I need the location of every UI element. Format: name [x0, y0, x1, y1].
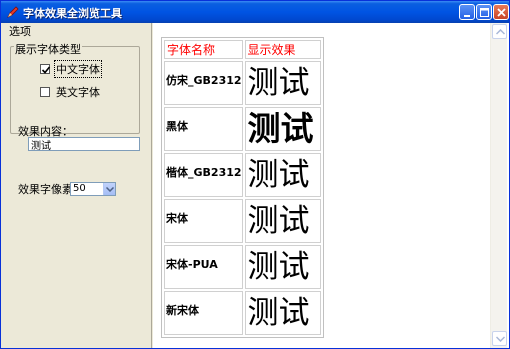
table-row: 楷体_GB2312 测试 — [164, 153, 321, 197]
english-font-label: 英文字体 — [56, 86, 100, 99]
window-title: 字体效果全浏览工具 — [23, 7, 122, 20]
vertical-scrollbar[interactable] — [490, 23, 507, 348]
options-pane: 选项 展示字体类型 中文字体 英文字体 效果内容： 效果字像素 50 — [2, 23, 152, 348]
font-sample-cell: 测试 — [244, 107, 321, 151]
table-row: 新宋体 测试 — [164, 291, 321, 335]
font-sample-cell: 测试 — [244, 199, 321, 243]
font-sample-cell: 测试 — [244, 61, 321, 105]
preview-pane: 字体名称 显示效果 仿宋_GB2312 测试 黑体 测试 楷体_GB2312 测… — [153, 23, 509, 348]
scroll-up-button[interactable] — [492, 24, 507, 39]
checkmark-icon — [41, 66, 51, 74]
scroll-down-button[interactable] — [492, 331, 507, 346]
font-name-cell: 楷体_GB2312 — [164, 153, 243, 197]
font-name-cell: 仿宋_GB2312 — [164, 61, 243, 105]
pixel-size-dropdown[interactable]: 50 — [70, 182, 116, 196]
content-input[interactable] — [28, 137, 140, 151]
app-window: 字体效果全浏览工具 选项 展示字体类型 中文字体 英文字体 效果内容： 测试 效… — [0, 0, 510, 349]
header-display-effect: 显示效果 — [244, 40, 321, 59]
english-font-checkbox[interactable] — [40, 87, 50, 97]
pixel-size-label: 效果字像素 — [18, 183, 73, 196]
options-label: 选项 — [9, 25, 31, 38]
table-header-row: 字体名称 显示效果 — [164, 40, 321, 59]
close-button[interactable] — [493, 4, 509, 20]
chevron-down-icon — [496, 336, 505, 342]
font-name-cell: 宋体-PUA — [164, 245, 243, 289]
font-sample-cell: 测试 — [244, 291, 321, 335]
font-sample-cell: 测试 — [244, 245, 321, 289]
close-icon — [497, 8, 506, 17]
title-bar[interactable]: 字体效果全浏览工具 — [1, 1, 509, 23]
font-name-cell: 宋体 — [164, 199, 243, 243]
font-name-cell: 新宋体 — [164, 291, 243, 335]
table-row: 仿宋_GB2312 测试 — [164, 61, 321, 105]
english-font-option[interactable]: 英文字体 — [40, 84, 101, 100]
pixel-size-value: 50 — [73, 183, 86, 194]
font-sample-cell: 测试 — [244, 153, 321, 197]
chevron-down-icon — [106, 187, 114, 192]
font-preview-table: 字体名称 显示效果 仿宋_GB2312 测试 黑体 测试 楷体_GB2312 测… — [161, 37, 324, 338]
chevron-up-icon — [496, 29, 505, 35]
table-row: 黑体 测试 — [164, 107, 321, 151]
font-type-group-title: 展示字体类型 — [14, 41, 82, 57]
pen-icon — [6, 5, 20, 19]
minimize-button[interactable] — [459, 4, 475, 20]
chinese-font-option[interactable]: 中文字体 — [40, 60, 102, 78]
chinese-font-label: 中文字体 — [54, 60, 102, 78]
minimize-icon — [464, 15, 470, 17]
maximize-icon — [480, 8, 489, 17]
maximize-button[interactable] — [476, 4, 492, 20]
header-font-name: 字体名称 — [164, 40, 243, 59]
font-name-cell: 黑体 — [164, 107, 243, 151]
table-row: 宋体-PUA 测试 — [164, 245, 321, 289]
chinese-font-checkbox[interactable] — [40, 64, 51, 74]
dropdown-arrow-button[interactable] — [103, 183, 115, 195]
table-row: 宋体 测试 — [164, 199, 321, 243]
